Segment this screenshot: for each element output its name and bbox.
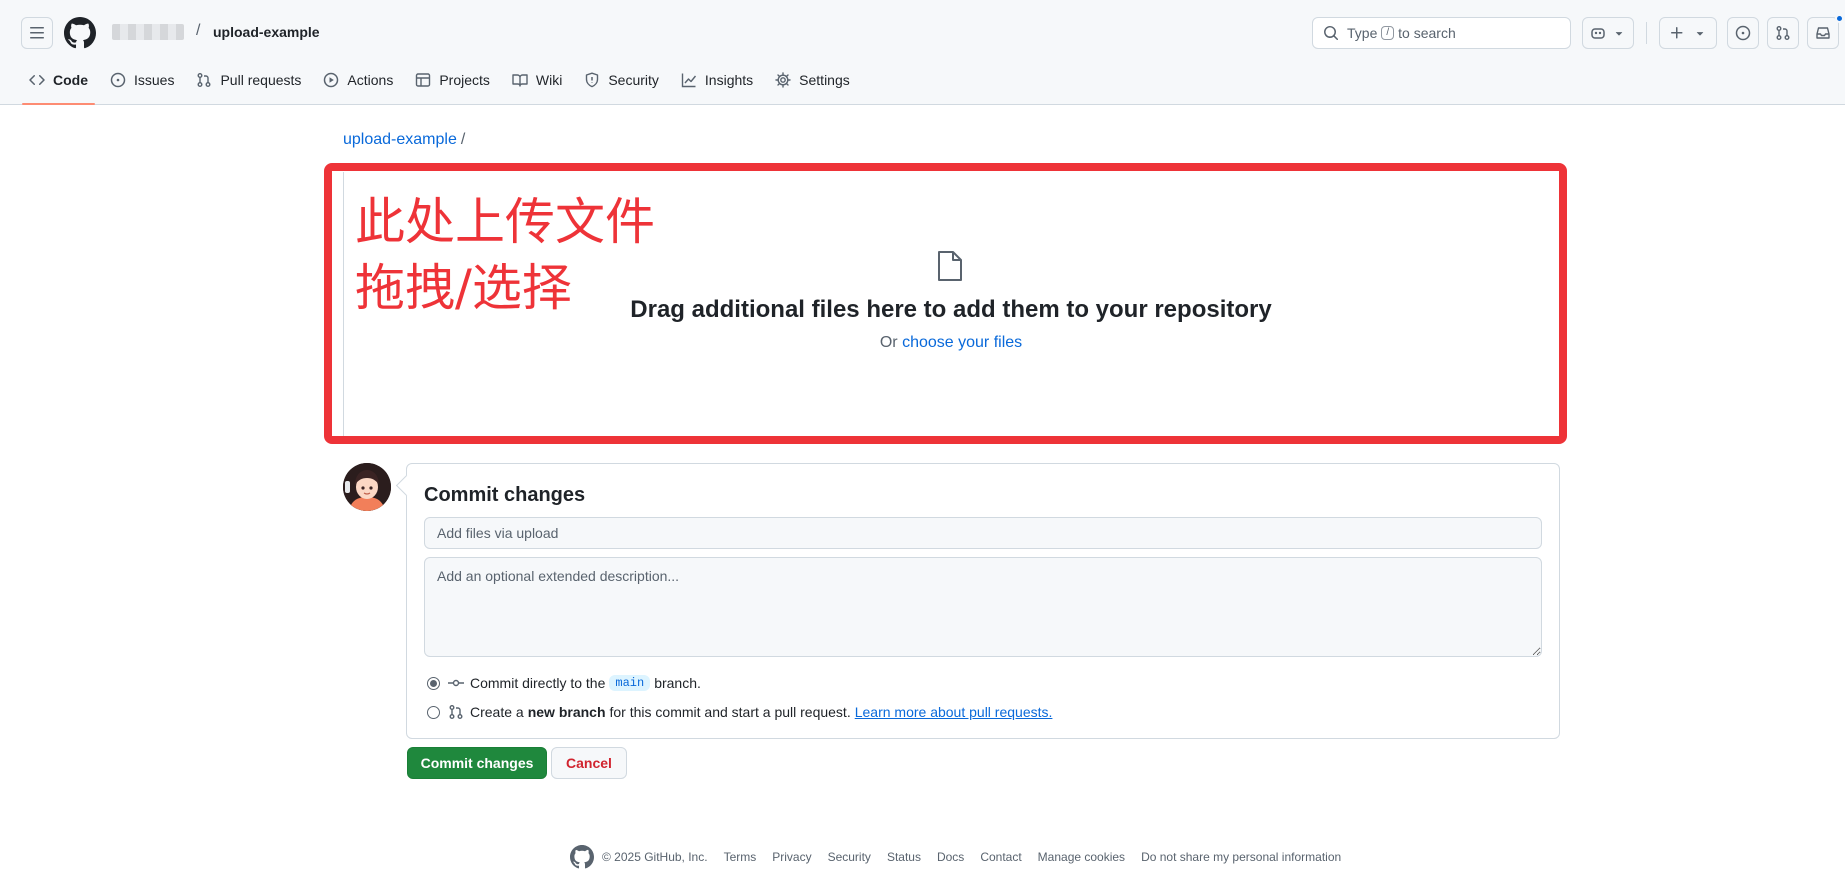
tab-actions[interactable]: Actions bbox=[314, 62, 402, 98]
drop-zone-title: Drag additional files here to add them t… bbox=[630, 296, 1272, 323]
footer-link-terms[interactable]: Terms bbox=[724, 850, 757, 864]
footer-link-do-not-share[interactable]: Do not share my personal information bbox=[1141, 850, 1341, 864]
tab-label: Code bbox=[53, 72, 88, 88]
footer-link-docs[interactable]: Docs bbox=[937, 850, 964, 864]
branch-name-badge: main bbox=[609, 675, 651, 691]
git-commit-icon bbox=[448, 679, 464, 687]
tab-settings[interactable]: Settings bbox=[766, 62, 859, 98]
app-header: / upload-example Type / to search Code I… bbox=[0, 0, 1845, 105]
plus-icon bbox=[1671, 27, 1683, 39]
path-separator: / bbox=[196, 22, 201, 39]
inbox-icon bbox=[1816, 27, 1830, 39]
tab-issues[interactable]: Issues bbox=[101, 62, 183, 98]
search-shortcut-key: / bbox=[1381, 26, 1395, 40]
footer: © 2025 GitHub, Inc. Terms Privacy Securi… bbox=[570, 845, 1357, 869]
owner-name-redacted[interactable] bbox=[112, 24, 184, 40]
breadcrumb-separator: / bbox=[460, 131, 466, 148]
choose-files-link[interactable]: choose your files bbox=[902, 334, 1022, 351]
avatar-illustration bbox=[343, 463, 391, 511]
search-suffix: to search bbox=[1398, 25, 1456, 41]
git-pull-request-icon bbox=[197, 73, 211, 87]
new-branch-radio[interactable] bbox=[427, 705, 440, 719]
commit-direct-prefix: Commit directly to the bbox=[470, 675, 606, 691]
git-pull-request-icon bbox=[449, 705, 463, 719]
book-icon bbox=[512, 74, 528, 87]
commit-title: Commit changes bbox=[424, 484, 586, 506]
copilot-button[interactable] bbox=[1582, 17, 1634, 49]
commit-form: Commit changes Commit directly to the ma… bbox=[406, 463, 1560, 739]
tab-insights[interactable]: Insights bbox=[672, 62, 762, 98]
new-branch-option[interactable]: Create a new branch for this commit and … bbox=[427, 704, 1052, 720]
choose-files-line: Or choose your files bbox=[741, 334, 1161, 352]
commit-changes-button[interactable]: Commit changes bbox=[407, 747, 547, 779]
commit-description-textarea[interactable] bbox=[424, 557, 1542, 657]
or-text: Or bbox=[879, 334, 898, 351]
inbox-button[interactable] bbox=[1807, 17, 1839, 49]
footer-link-privacy[interactable]: Privacy bbox=[772, 850, 811, 864]
breadcrumb: upload-example / bbox=[343, 131, 465, 149]
three-bars-icon bbox=[30, 27, 44, 39]
play-icon bbox=[324, 72, 339, 88]
commit-direct-radio[interactable] bbox=[427, 676, 440, 690]
search-icon bbox=[1324, 26, 1339, 41]
tab-label: Wiki bbox=[535, 72, 563, 88]
github-mark-icon[interactable] bbox=[570, 845, 594, 869]
repo-name-link[interactable]: upload-example bbox=[213, 24, 320, 40]
breadcrumb-repo-link[interactable]: upload-example bbox=[343, 131, 457, 148]
new-branch-bold: new branch bbox=[527, 704, 606, 720]
git-pull-request-icon bbox=[1776, 26, 1790, 40]
search-input[interactable]: Type / to search bbox=[1312, 17, 1571, 49]
triangle-down-icon bbox=[1615, 32, 1623, 36]
commit-direct-suffix: branch. bbox=[654, 675, 701, 691]
gear-icon bbox=[775, 72, 791, 88]
github-logo-icon[interactable] bbox=[64, 17, 96, 49]
repo-nav-tabs: Code Issues Pull requests Actions Projec… bbox=[20, 62, 863, 105]
graph-icon bbox=[681, 73, 696, 88]
issue-opened-icon bbox=[110, 72, 126, 88]
tab-label: Insights bbox=[704, 72, 754, 88]
footer-link-status[interactable]: Status bbox=[887, 850, 921, 864]
pull-requests-button[interactable] bbox=[1767, 17, 1799, 49]
annotation-line-1: 此处上传文件 bbox=[355, 193, 655, 251]
shield-icon bbox=[586, 72, 599, 88]
create-new-button[interactable] bbox=[1659, 17, 1717, 49]
tab-label: Projects bbox=[439, 72, 490, 88]
tab-label: Pull requests bbox=[220, 72, 302, 88]
tab-projects[interactable]: Projects bbox=[406, 62, 499, 98]
tab-code[interactable]: Code bbox=[20, 62, 97, 105]
cancel-button[interactable]: Cancel bbox=[551, 747, 627, 779]
issues-button[interactable] bbox=[1727, 17, 1759, 49]
tab-label: Actions bbox=[347, 72, 394, 88]
issue-opened-icon bbox=[1735, 25, 1751, 41]
footer-link-contact[interactable]: Contact bbox=[980, 850, 1021, 864]
tab-label: Settings bbox=[799, 72, 850, 88]
tab-security[interactable]: Security bbox=[575, 62, 668, 98]
code-icon bbox=[29, 74, 45, 86]
tab-label: Security bbox=[608, 72, 659, 88]
footer-copyright: © 2025 GitHub, Inc. bbox=[602, 850, 708, 864]
hamburger-menu-button[interactable] bbox=[21, 17, 53, 49]
new-branch-suffix: for this commit and start a pull request… bbox=[609, 704, 851, 720]
triangle-down-icon bbox=[1696, 32, 1704, 36]
avatar[interactable] bbox=[343, 463, 391, 511]
search-prefix: Type bbox=[1347, 25, 1378, 41]
learn-more-link[interactable]: Learn more about pull requests. bbox=[855, 704, 1053, 720]
commit-direct-option[interactable]: Commit directly to the main branch. bbox=[427, 675, 701, 691]
tab-label: Issues bbox=[134, 72, 175, 88]
header-divider bbox=[1646, 22, 1647, 44]
new-branch-prefix: Create a bbox=[470, 704, 524, 720]
copilot-icon bbox=[1591, 28, 1605, 39]
tab-pull-requests[interactable]: Pull requests bbox=[187, 62, 310, 98]
tab-wiki[interactable]: Wiki bbox=[503, 62, 571, 98]
notification-dot bbox=[1835, 14, 1844, 23]
table-icon bbox=[416, 73, 431, 87]
footer-link-security[interactable]: Security bbox=[828, 850, 871, 864]
file-icon bbox=[938, 251, 962, 281]
commit-summary-input[interactable] bbox=[424, 517, 1542, 549]
footer-link-manage-cookies[interactable]: Manage cookies bbox=[1038, 850, 1125, 864]
